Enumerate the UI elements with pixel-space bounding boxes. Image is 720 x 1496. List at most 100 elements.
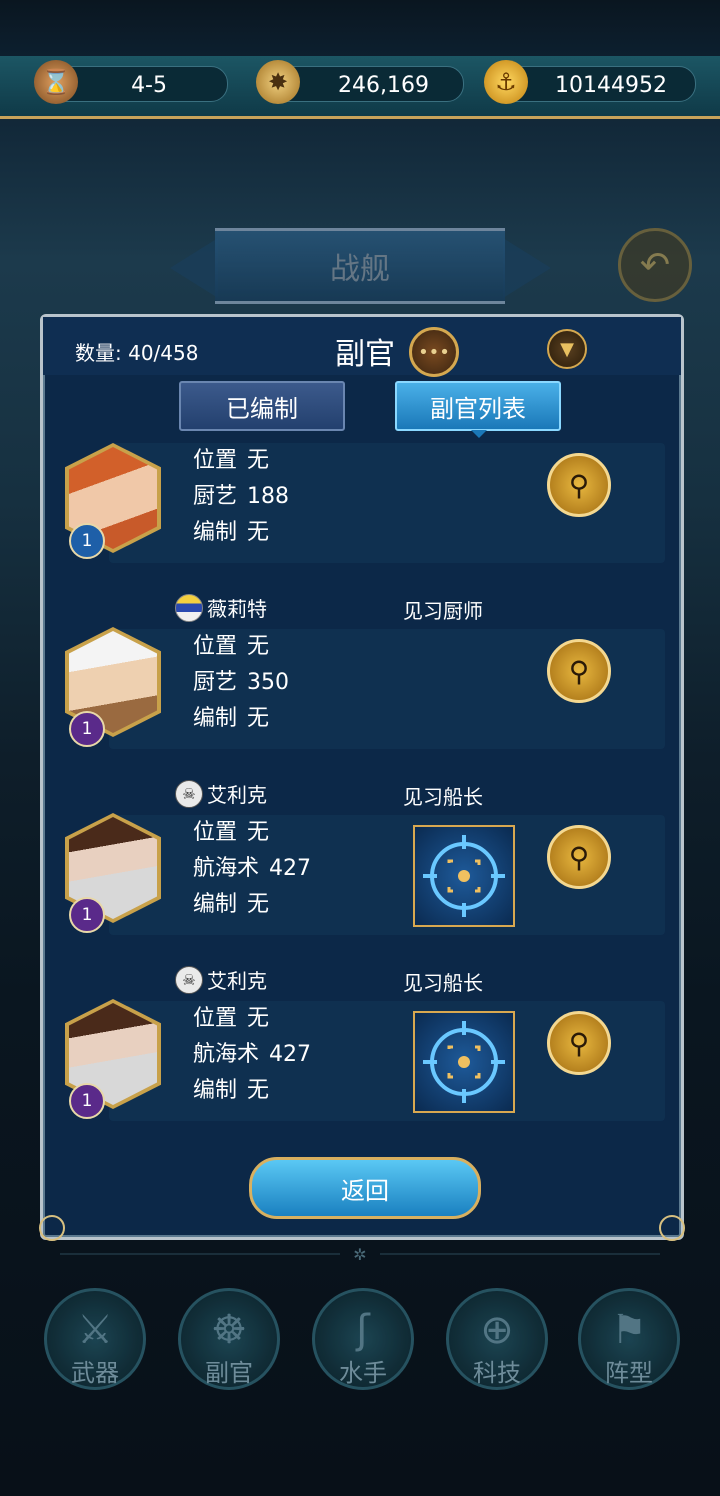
stat-assignment: 编制无 xyxy=(193,887,269,923)
officer-list: 1 位置无 厨艺 188 编制无 ⚲ 薇莉特 见习厨师 1 位置无 厨艺 350 编… xyxy=(59,443,665,1133)
stat-label: 编制 xyxy=(193,1078,238,1103)
nav-officer[interactable]: ☸ 副官 xyxy=(178,1288,280,1390)
officer-name: 艾利克 xyxy=(207,783,267,807)
stat-value: 无 xyxy=(247,448,270,473)
gold-value: 10144952 xyxy=(555,73,667,98)
crosshair-target-icon[interactable] xyxy=(413,1011,515,1113)
ship-wheel-icon: ☸ xyxy=(211,1307,247,1353)
officer-name-line: ☠ 艾利克 xyxy=(175,779,267,808)
weapon-icon: ⚔ xyxy=(77,1307,113,1353)
stat-navigation: 航海术 427 xyxy=(193,851,311,887)
officer-card[interactable]: ☠ 艾利克 见习船长 1 位置无 航海术 427 编制无 ⚲ xyxy=(59,955,665,1133)
stat-value: 427 xyxy=(269,856,312,881)
magnifier-icon[interactable]: ⚲ xyxy=(547,639,611,703)
stat-value: 无 xyxy=(247,1006,270,1031)
stat-label: 位置 xyxy=(193,820,238,845)
filter-icon[interactable]: ▼ xyxy=(547,329,587,369)
return-button[interactable]: 返回 xyxy=(249,1157,481,1219)
corner-ornament xyxy=(39,1215,65,1241)
corner-ornament xyxy=(659,1215,685,1241)
tab-officer-list[interactable]: 副官列表 xyxy=(395,381,561,438)
chat-bubble-icon[interactable]: ••• xyxy=(409,327,459,377)
stat-value: 无 xyxy=(247,706,270,731)
level-badge: 1 xyxy=(69,711,105,747)
level-badge: 1 xyxy=(69,1083,105,1119)
stat-label: 厨艺 xyxy=(193,670,238,695)
compass-value: 246,169 xyxy=(338,73,429,98)
stat-label: 位置 xyxy=(193,1006,238,1031)
stat-label: 航海术 xyxy=(193,1042,260,1067)
stat-value: 无 xyxy=(247,520,270,545)
officer-count: 数量: 40/458 xyxy=(75,341,199,365)
stat-value: 无 xyxy=(247,1078,270,1103)
stat-label: 编制 xyxy=(193,892,238,917)
compass-icon: ✸ xyxy=(256,60,300,104)
stat-value: 427 xyxy=(269,1042,312,1067)
modal-header: 数量: 40/458 副官 ••• ▼ xyxy=(43,317,681,377)
stat-label: 航海术 xyxy=(193,856,260,881)
officer-name: 薇莉特 xyxy=(207,597,267,621)
stat-label: 厨艺 xyxy=(193,484,238,509)
officer-list-modal: 数量: 40/458 副官 ••• ▼ 已编制 副官列表 1 位置无 厨艺 188… xyxy=(39,314,685,1241)
banner-tail-left xyxy=(170,238,218,298)
nav-label: 副官 xyxy=(205,1359,253,1387)
officer-card[interactable]: 薇莉特 见习厨师 1 位置无 厨艺 350 编制无 ⚲ xyxy=(59,583,665,763)
back-arrow-icon[interactable]: ↶ xyxy=(618,228,692,302)
stat-assignment: 编制无 xyxy=(193,1073,269,1109)
stat-value: 无 xyxy=(247,820,270,845)
stat-navigation: 航海术 427 xyxy=(193,1037,311,1073)
stat-position: 位置无 xyxy=(193,443,269,479)
tab-assigned[interactable]: 已编制 xyxy=(179,381,345,431)
stat-cooking: 厨艺 188 xyxy=(193,479,289,515)
stat-position: 位置无 xyxy=(193,629,269,665)
modal-title: 副官 xyxy=(335,337,395,372)
stat-assignment: 编制无 xyxy=(193,515,269,551)
nav-label: 水手 xyxy=(339,1359,387,1387)
level-badge: 1 xyxy=(69,897,105,933)
nav-tech[interactable]: ⊕ 科技 xyxy=(446,1288,548,1390)
divider-ornament: ✲ xyxy=(0,1244,720,1264)
stat-value: 350 xyxy=(247,670,290,695)
nav-label: 武器 xyxy=(71,1359,119,1387)
stat-label: 位置 xyxy=(193,448,238,473)
magnifier-icon[interactable]: ⚲ xyxy=(547,1011,611,1075)
flag-icon: ⚑ xyxy=(611,1307,647,1353)
officer-rank: 见习船长 xyxy=(403,971,483,995)
svg-text:✲: ✲ xyxy=(353,1245,366,1264)
stage-value: 4-5 xyxy=(131,73,167,98)
officer-name-line: ☠ 艾利克 xyxy=(175,965,267,994)
anchor-coin-icon: ⚓ xyxy=(484,60,528,104)
stat-position: 位置无 xyxy=(193,1001,269,1037)
officer-name-line: 薇莉特 xyxy=(175,593,267,622)
stat-assignment: 编制无 xyxy=(193,701,269,737)
nav-sailor[interactable]: ʃ 水手 xyxy=(312,1288,414,1390)
stat-cooking: 厨艺 350 xyxy=(193,665,289,701)
officer-name: 艾利克 xyxy=(207,969,267,993)
hourglass-icon: ⌛ xyxy=(34,60,78,104)
nav-label: 阵型 xyxy=(605,1359,653,1387)
skull-icon: ☠ xyxy=(175,779,203,808)
compass-icon: ⊕ xyxy=(480,1307,514,1353)
nav-formation[interactable]: ⚑ 阵型 xyxy=(578,1288,680,1390)
hook-icon: ʃ xyxy=(356,1307,370,1353)
crosshair-target-icon[interactable] xyxy=(413,825,515,927)
officer-rank: 见习船长 xyxy=(403,785,483,809)
stat-value: 无 xyxy=(247,892,270,917)
warship-banner: 战舰 xyxy=(215,228,505,304)
stat-label: 编制 xyxy=(193,520,238,545)
stat-position: 位置无 xyxy=(193,815,269,851)
level-badge: 1 xyxy=(69,523,105,559)
stat-value: 无 xyxy=(247,634,270,659)
magnifier-icon[interactable]: ⚲ xyxy=(547,453,611,517)
magnifier-icon[interactable]: ⚲ xyxy=(547,825,611,889)
nav-label: 科技 xyxy=(473,1359,521,1387)
stat-label: 位置 xyxy=(193,634,238,659)
stat-value: 188 xyxy=(247,484,290,509)
flag-icon xyxy=(175,593,203,622)
officer-rank: 见习厨师 xyxy=(403,599,483,623)
officer-card[interactable]: ☠ 艾利克 见习船长 1 位置无 航海术 427 编制无 ⚲ xyxy=(59,769,665,949)
nav-weapon[interactable]: ⚔ 武器 xyxy=(44,1288,146,1390)
banner-tail-right xyxy=(503,238,551,298)
resource-bar: 4-5 ⌛ 246,169 ✸ 10144952 ⚓ xyxy=(0,56,720,119)
skull-icon: ☠ xyxy=(175,965,203,994)
